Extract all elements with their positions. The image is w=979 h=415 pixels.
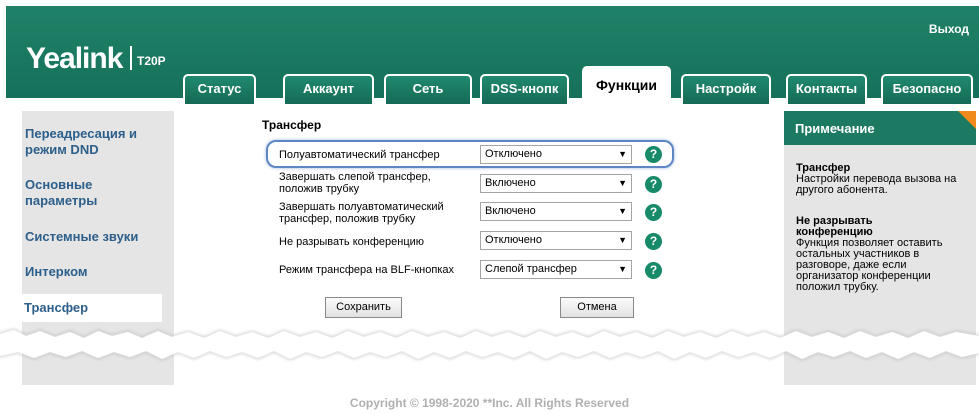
select-value: Включено xyxy=(485,205,536,217)
dropdown-arrow-icon: ▼ xyxy=(618,235,627,245)
semi-attended-onhook-select[interactable]: Включено ▼ xyxy=(480,202,632,221)
sidebar-item-intercom[interactable]: Интерком xyxy=(25,264,87,280)
row-label-blf-transfer-mode: Режим трансфера на BLF-кнопках xyxy=(279,264,479,276)
dropdown-arrow-icon: ▼ xyxy=(618,206,627,216)
select-value: Отключено xyxy=(485,234,542,246)
keep-conference-select[interactable]: Отключено ▼ xyxy=(480,231,632,250)
sidebar-item-label: Интерком xyxy=(25,264,88,279)
tab-account[interactable]: Аккаунт xyxy=(283,74,374,104)
tab-bar: Статус Аккаунт Сеть DSS-кнопк Функции На… xyxy=(183,66,979,104)
tab-network[interactable]: Сеть xyxy=(384,74,472,104)
row-label-text: Завершать полуавтоматический xyxy=(279,201,444,213)
help-icon[interactable]: ? xyxy=(645,262,662,279)
row-label-text: положив трубку xyxy=(279,183,360,195)
tab-status[interactable]: Статус xyxy=(183,74,256,104)
cancel-button[interactable]: Отмена xyxy=(560,297,634,318)
tab-contacts[interactable]: Контакты xyxy=(786,74,867,104)
sidebar-item-transfer[interactable]: Трансфер xyxy=(12,294,162,322)
page: Yealink T20P Выход Статус Аккаунт Сеть D… xyxy=(0,0,979,415)
semi-attended-transfer-select[interactable]: Отключено ▼ xyxy=(480,145,632,164)
row-label-text: Режим трансфера на BLF-кнопках xyxy=(279,264,454,276)
blind-transfer-onhook-select[interactable]: Включено ▼ xyxy=(480,174,632,193)
sidebar-item-system-sounds[interactable]: Системные звуки xyxy=(25,229,138,245)
tab-features[interactable]: Функции xyxy=(582,66,671,104)
sidebar-item-label: Системные звуки xyxy=(25,229,139,244)
tab-settings[interactable]: Настройк xyxy=(681,74,771,104)
help-icon[interactable]: ? xyxy=(645,176,662,193)
sidebar-item-forward-dnd[interactable]: Переадресация и режим DND xyxy=(25,126,137,158)
section-title: Трансфер xyxy=(262,118,322,132)
note-section-transfer: Трансфер Настройки перевода вызова на др… xyxy=(796,163,972,196)
note-header: Примечание xyxy=(784,111,976,145)
logo: Yealink xyxy=(26,42,123,75)
blf-transfer-mode-select[interactable]: Слепой трансфер ▼ xyxy=(480,260,632,279)
header-bar: Yealink T20P Выход Статус Аккаунт Сеть D… xyxy=(6,6,979,104)
save-button[interactable]: Сохранить xyxy=(325,297,402,318)
row-label-text: Не разрывать конференцию xyxy=(279,236,425,248)
note-section-keep-conference: Не разрывать конференцию Функция позволя… xyxy=(796,216,972,293)
note-corner-marker xyxy=(958,111,976,129)
tab-security[interactable]: Безопасно xyxy=(881,74,973,104)
select-value: Слепой трансфер xyxy=(485,263,577,275)
help-icon[interactable]: ? xyxy=(645,204,662,221)
select-value: Отключено xyxy=(485,148,542,160)
sidebar-item-label: режим DND xyxy=(25,142,99,157)
row-label-text: Завершать слепой трансфер, xyxy=(279,171,431,183)
row-label-text: трансфер, положив трубку xyxy=(279,213,416,225)
sidebar-item-label: Основные xyxy=(25,177,93,192)
logo-divider xyxy=(130,46,132,70)
sidebar-item-label: Переадресация и xyxy=(25,126,138,141)
copyright: Copyright © 1998-2020 **Inc. All Rights … xyxy=(349,396,630,410)
row-label-blind-transfer-onhook: Завершать слепой трансфер, положив трубк… xyxy=(279,171,479,195)
row-label-keep-conference: Не разрывать конференцию xyxy=(279,236,479,248)
select-value: Включено xyxy=(485,177,536,189)
row-label-text: Полуавтоматический трансфер xyxy=(279,149,440,161)
sidebar-item-general[interactable]: Основные параметры xyxy=(25,177,97,209)
torn-edge xyxy=(0,329,979,360)
model-label: T20P xyxy=(137,54,166,68)
dropdown-arrow-icon: ▼ xyxy=(618,178,627,188)
sidebar-item-label: параметры xyxy=(25,193,98,208)
note-line: другого абонента. xyxy=(796,184,888,196)
help-icon[interactable]: ? xyxy=(645,233,662,250)
row-label-semi-attended-onhook: Завершать полуавтоматический трансфер, п… xyxy=(279,201,479,225)
dropdown-arrow-icon: ▼ xyxy=(618,149,627,159)
tab-dss-keys[interactable]: DSS-кнопк xyxy=(480,74,569,104)
dropdown-arrow-icon: ▼ xyxy=(618,264,627,274)
help-icon[interactable]: ? xyxy=(645,146,662,163)
sidebar-item-label: Трансфер xyxy=(24,300,89,315)
logout-link[interactable]: Выход xyxy=(929,22,969,36)
row-label-semi-attended-transfer: Полуавтоматический трансфер xyxy=(279,149,479,161)
note-line: положил трубку. xyxy=(796,281,879,293)
